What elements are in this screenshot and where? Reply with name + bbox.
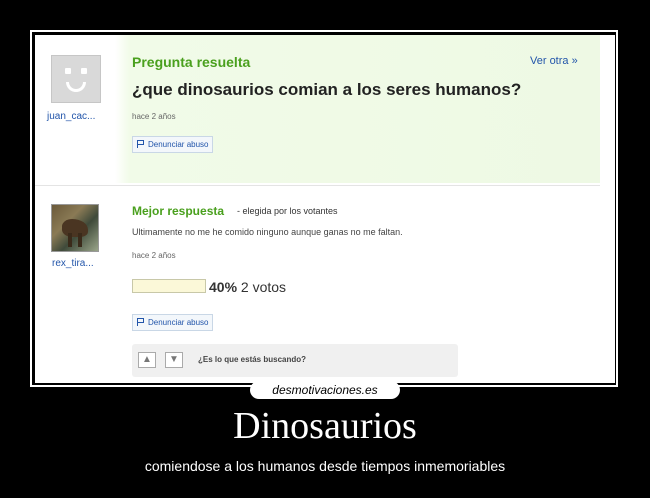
best-answer-label: Mejor respuesta: [132, 204, 225, 218]
screenshot-panel: juan_cac... Pregunta resuelta Ver otra »…: [35, 35, 615, 383]
thumbs-up-icon[interactable]: ▲: [138, 352, 156, 368]
answerer-username[interactable]: rex_tira...: [52, 258, 94, 269]
chosen-by-voters: - elegida por los votantes: [237, 206, 338, 216]
report-abuse-label: Denunciar abuso: [148, 318, 209, 327]
answer-text: Ultimamente no me he comido ninguno aunq…: [132, 227, 403, 237]
poster-title: Dinosaurios: [233, 405, 417, 447]
report-abuse-button[interactable]: Denunciar abuso: [132, 136, 214, 153]
question-title: ¿que dinosaurios comian a los seres huma…: [132, 80, 522, 99]
see-other-link[interactable]: Ver otra »: [530, 55, 578, 67]
flag-icon: [137, 140, 145, 148]
percent-value: 40%: [209, 279, 238, 295]
flag-icon: [137, 318, 145, 326]
question-time-ago: hace 2 años: [132, 112, 176, 121]
dinosaur-avatar-icon[interactable]: [51, 204, 99, 252]
question-block: juan_cac... Pregunta resuelta Ver otra »…: [35, 35, 600, 183]
vote-percentage-bar: [132, 279, 206, 293]
lookup-question: ¿Es lo que estás buscando?: [198, 355, 307, 364]
vote-count: 2 votos: [240, 279, 287, 295]
divider: [35, 185, 600, 186]
site-tag[interactable]: desmotivaciones.es: [250, 381, 400, 399]
answer-report-abuse-button[interactable]: Denunciar abuso: [132, 314, 214, 331]
resolved-question-label: Pregunta resuelta: [132, 54, 251, 70]
answer-time-ago: hace 2 años: [132, 251, 176, 260]
smiley-placeholder-icon[interactable]: [51, 55, 101, 103]
helpful-vote-box: ▲ ▼ ¿Es lo que estás buscando?: [132, 344, 458, 377]
report-abuse-label: Denunciar abuso: [148, 140, 209, 149]
vote-percentage: 40% 2 votos: [209, 279, 286, 295]
poster-subtitle: comiendose a los humanos desde tiempos i…: [144, 458, 506, 474]
asker-username[interactable]: juan_cac...: [47, 111, 95, 122]
thumbs-down-icon[interactable]: ▼: [165, 352, 183, 368]
